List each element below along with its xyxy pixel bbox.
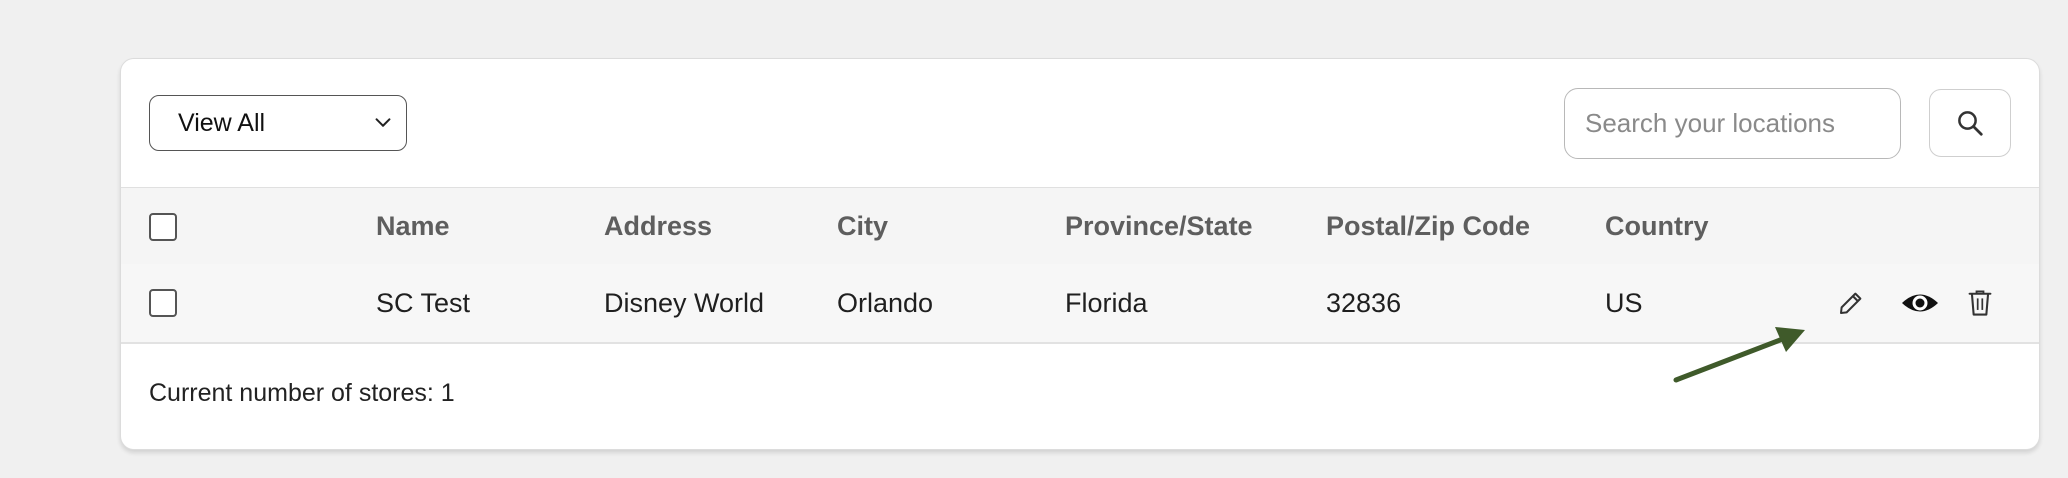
- cell-city: Orlando: [837, 287, 934, 318]
- cell-postal: 32836: [1326, 287, 1402, 318]
- filter-select[interactable]: View All: [149, 95, 407, 151]
- trash-icon: [1968, 290, 1992, 316]
- search-input[interactable]: [1564, 88, 1901, 159]
- column-header-country[interactable]: Country: [1605, 188, 1709, 265]
- pencil-icon: [1840, 292, 1862, 314]
- cell-address: Disney World: [604, 287, 765, 318]
- row-checkbox[interactable]: [149, 289, 177, 317]
- cell-name: SC Test: [376, 287, 471, 318]
- column-header-address[interactable]: Address: [604, 188, 712, 265]
- store-count: Current number of stores: 1: [149, 379, 455, 407]
- delete-button[interactable]: [1966, 288, 1994, 318]
- cell-country: US: [1605, 287, 1643, 318]
- table-row: SC Test Disney World Orlando Florida 328…: [121, 264, 2039, 344]
- search-icon: [1958, 111, 1983, 136]
- column-header-postal[interactable]: Postal/Zip Code: [1326, 188, 1530, 265]
- filter-select-value: View All: [178, 108, 266, 137]
- edit-button[interactable]: [1836, 288, 1866, 318]
- chevron-down-icon: [375, 118, 391, 127]
- locations-card: View All Name Address City Province/Stat…: [120, 58, 2040, 450]
- select-all-checkbox[interactable]: [149, 212, 177, 241]
- column-header-city[interactable]: City: [837, 188, 888, 265]
- view-button[interactable]: [1900, 288, 1940, 318]
- table-header: Name Address City Province/State Postal/…: [121, 187, 2039, 266]
- search-button[interactable]: [1929, 89, 2011, 157]
- column-header-name[interactable]: Name: [376, 188, 450, 265]
- column-header-province[interactable]: Province/State: [1065, 188, 1253, 265]
- eye-icon: [1902, 294, 1938, 312]
- cell-province: Florida: [1065, 287, 1148, 318]
